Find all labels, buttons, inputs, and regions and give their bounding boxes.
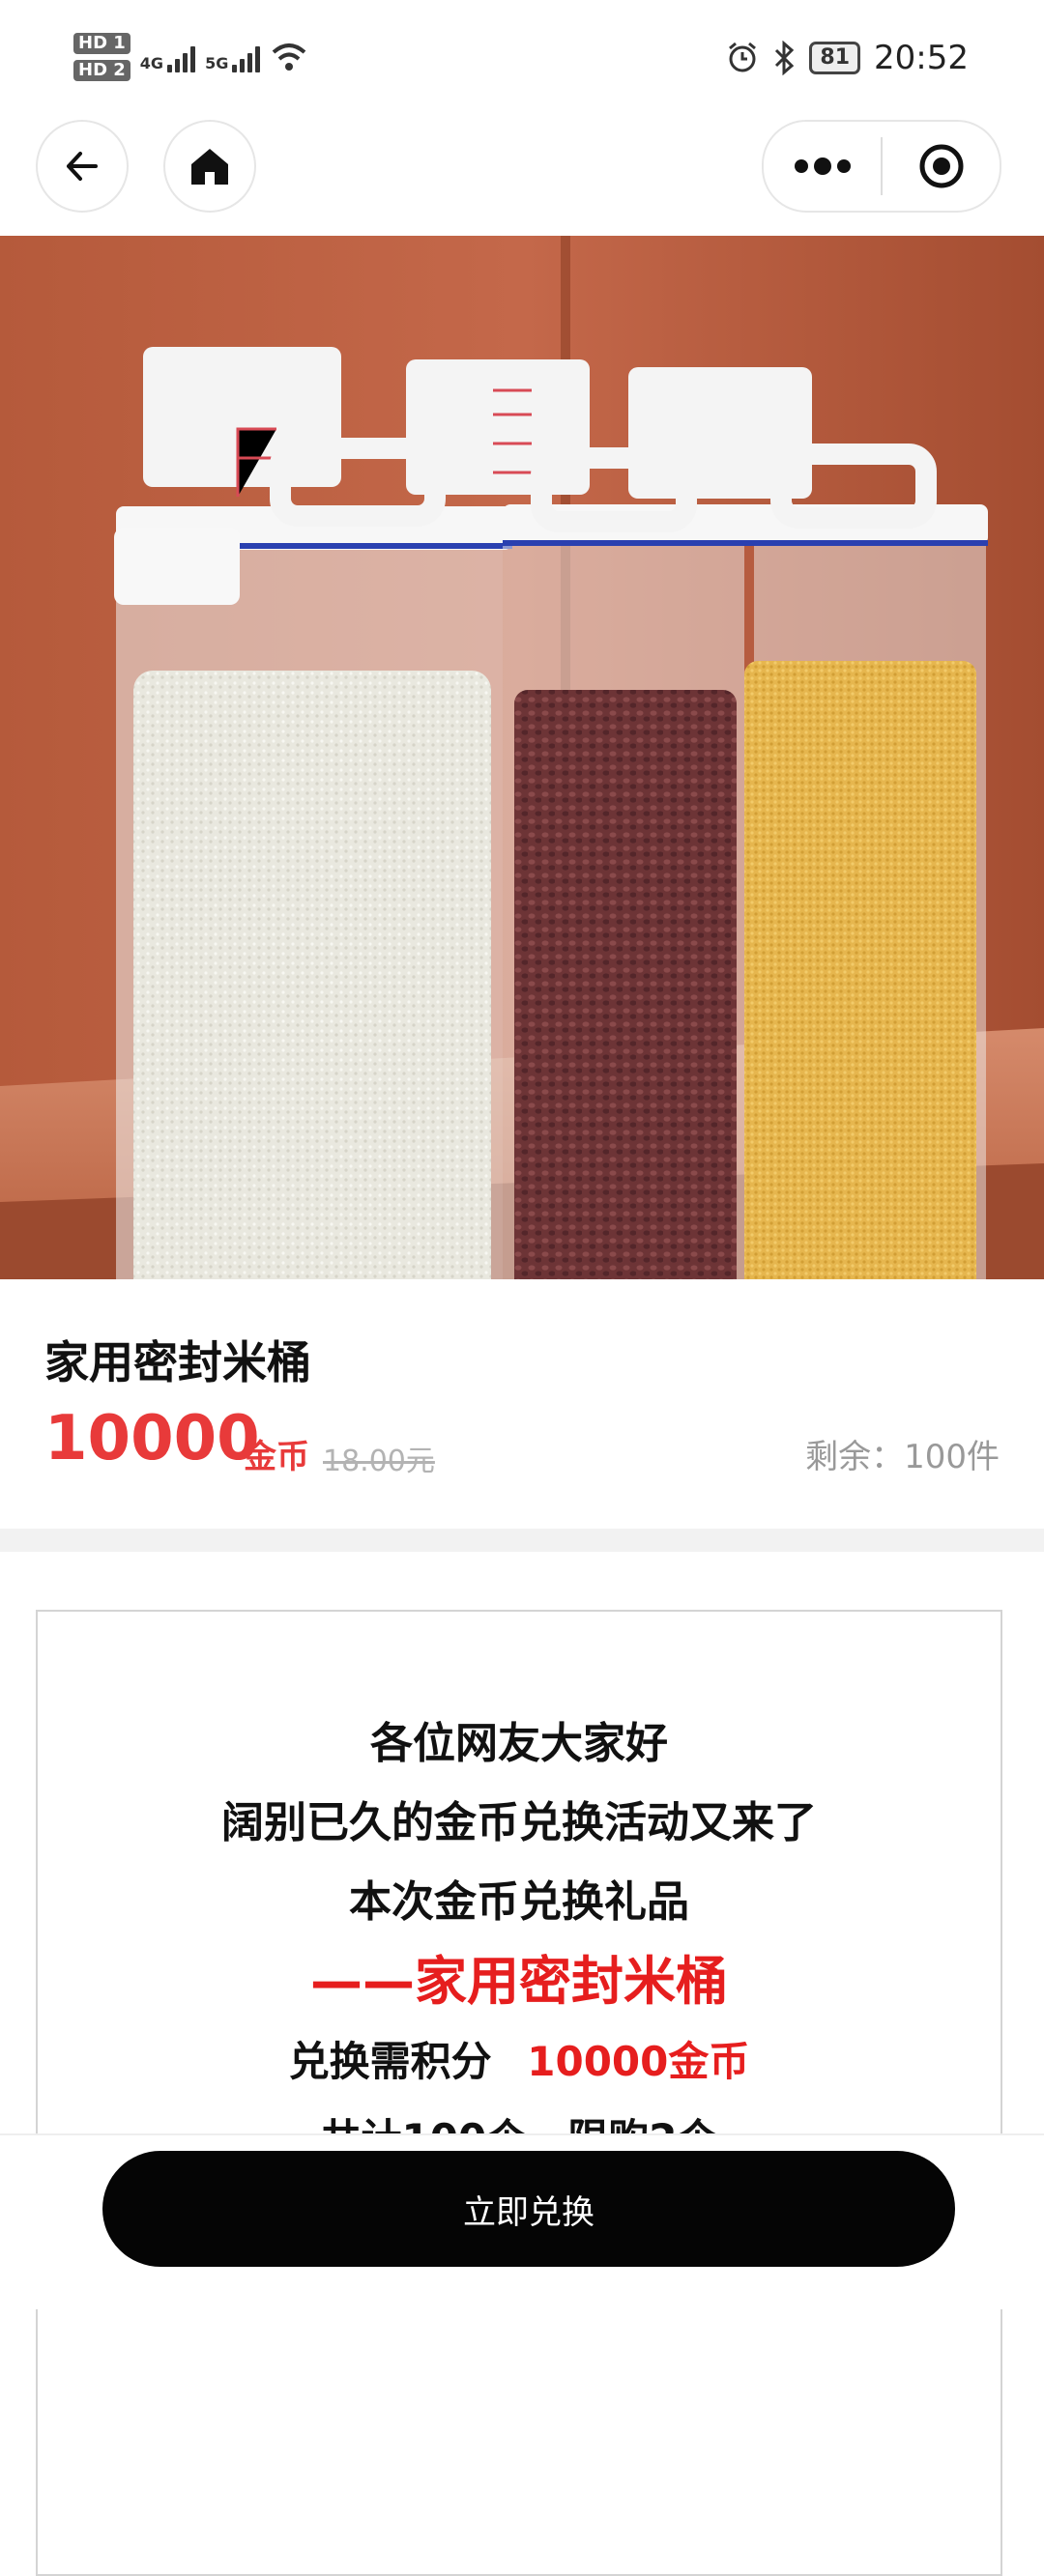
redeem-now-button[interactable]: 立即兑换 [102,2151,955,2267]
status-bar: HD 1 HD 2 4G 5G 81 20:52 [0,0,1044,116]
product-title: 家用密封米桶 [44,1336,311,1388]
signal-5g: 5G [205,42,261,72]
battery-indicator: 81 [809,42,861,74]
record-icon [919,144,963,188]
status-left: HD 1 HD 2 4G 5G [73,33,308,81]
desc-line-2: 阔别已久的金币兑换活动又来了 [221,1798,817,1847]
original-price: 18.00元 [323,1445,435,1478]
stock-remaining: 剩余：100件 [805,1438,1000,1476]
hd1-badge: HD 1 [73,33,130,54]
more-dots-icon [794,157,851,175]
home-icon [191,149,228,185]
signal-bars-icon [232,42,261,72]
desc-line-4: ——家用密封米桶 [310,1951,728,2012]
desc-line-5: 兑换需积分 10000金币 [38,2029,1000,2088]
desc-points-label: 兑换需积分 [288,2038,492,2085]
alarm-icon [729,42,757,72]
hd2-badge: HD 2 [73,60,130,81]
network-type-5g: 5G [205,54,229,72]
signal-4g: 4G [139,42,196,72]
wifi-icon [273,43,306,71]
section-divider [0,1529,1044,1552]
product-price: 10000 [44,1403,260,1474]
clock: 20:52 [874,39,969,77]
signal-bars-icon [167,42,196,72]
back-button[interactable] [36,120,129,213]
price-unit: 金币 [244,1438,309,1476]
hd-indicators: HD 1 HD 2 [73,33,130,81]
bottom-action-bar: 立即兑换 [0,2133,1044,2309]
product-description: 各位网友大家好 阔别已久的金币兑换活动又来了 本次金币兑换礼品 ——家用密封米桶… [36,1610,1002,2576]
product-image [0,236,1044,1279]
network-type-4g: 4G [139,54,164,72]
home-button[interactable] [163,120,256,213]
status-right: 81 20:52 [726,39,969,77]
desc-points-value: 10000金币 [527,2038,750,2085]
mini-program-capsule [762,120,1001,213]
close-mini-program-button[interactable] [883,122,1000,211]
bluetooth-icon [775,41,795,75]
desc-line-1: 各位网友大家好 [370,1719,668,1768]
back-arrow-icon [67,152,98,181]
desc-line-3: 本次金币兑换礼品 [349,1877,689,1927]
more-button[interactable] [764,122,881,211]
